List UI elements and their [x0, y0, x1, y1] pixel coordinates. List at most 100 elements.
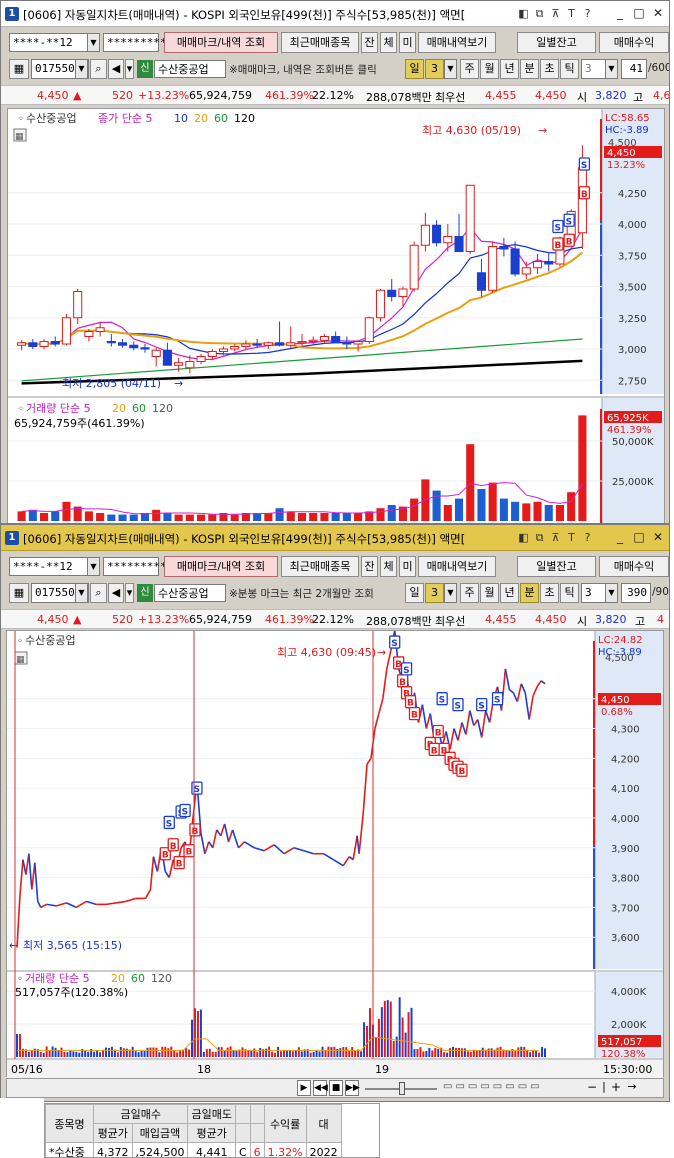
trade-profit-button[interactable]: 매매수익	[599, 556, 669, 577]
window-pin-icon[interactable]: ⊼	[549, 6, 562, 21]
account-field[interactable]: ****-**12	[9, 557, 99, 576]
period-multiplier[interactable]: 3	[425, 59, 444, 79]
period-dropdown-icon[interactable]: ▼	[444, 583, 457, 603]
minute-chart[interactable]: 4,4004,3004,2004,1004,0003,9003,8003,700…	[6, 630, 664, 1078]
toolbar-settings-icon[interactable]: ▦	[9, 59, 29, 79]
close-icon[interactable]: ✕	[651, 530, 665, 544]
balance-button[interactable]: 잔	[361, 32, 378, 53]
toolbar-settings-icon[interactable]: ▦	[9, 583, 29, 603]
maximize-icon[interactable]: □	[632, 6, 646, 20]
close-icon[interactable]: ✕	[651, 6, 665, 20]
password-field[interactable]: *********	[103, 33, 167, 52]
speaker-dropdown-icon[interactable]: ▾	[125, 583, 134, 603]
volume-bar	[149, 1047, 152, 1057]
window-pin-icon[interactable]: ⊼	[549, 530, 562, 545]
trade-history-button[interactable]: 매매내역보기	[418, 556, 496, 577]
period-year-button[interactable]: 년	[500, 583, 519, 603]
title-bar[interactable]: 1 [0606] 자동일지차트(매매내역) - KOSPI 외국인보유[499(…	[1, 1, 669, 27]
period-minute-button[interactable]: 분	[520, 59, 539, 79]
minute-chart-canvas[interactable]: 4,4004,3004,2004,1004,0003,9003,8003,700…	[7, 631, 663, 1078]
candle-body	[364, 317, 374, 342]
tick-unit-field[interactable]: 3	[581, 583, 607, 603]
zoom-bar-icon[interactable]: |	[599, 1080, 609, 1096]
executed-button[interactable]: 체	[380, 556, 397, 577]
maximize-icon[interactable]: □	[632, 530, 646, 544]
stock-code-dropdown-icon[interactable]: ▼	[75, 583, 88, 603]
help-icon[interactable]: ?	[581, 530, 594, 545]
balance-button[interactable]: 잔	[361, 556, 378, 577]
search-icon[interactable]: ⌕	[90, 59, 107, 79]
scroll-right-icon[interactable]: ▶	[297, 1080, 311, 1096]
daily-chart[interactable]: 4,250 4,000 3,750 3,500 3,250 3,000 2,750 SBSS…	[7, 108, 665, 524]
window-text-icon[interactable]: T	[565, 6, 578, 21]
zoom-in-icon[interactable]: +	[609, 1080, 623, 1096]
title-bar[interactable]: 1 [0606] 자동일지차트(매매내역) - KOSPI 외국인보유[499(…	[1, 525, 669, 551]
table-row[interactable]: *수산중 4,372 ,524,500 4,441 C 6 1.32% 2022	[45, 1142, 342, 1157]
period-second-button[interactable]: 초	[540, 59, 559, 79]
rewind-icon[interactable]: ◀◀	[313, 1080, 328, 1096]
candle-body	[443, 236, 453, 244]
window-copy-icon[interactable]: ⧉	[533, 6, 546, 21]
period-second-button[interactable]: 초	[540, 583, 559, 603]
period-tick-button[interactable]: 틱	[560, 59, 579, 79]
help-icon[interactable]: ?	[581, 6, 594, 21]
period-day-button[interactable]: 일	[405, 583, 424, 603]
period-tick-button[interactable]: 틱	[560, 583, 579, 603]
zoom-out-icon[interactable]: −	[585, 1080, 599, 1096]
period-dropdown-icon[interactable]: ▼	[444, 59, 457, 79]
window-link-icon[interactable]: ◧	[517, 530, 530, 545]
trade-mark-query-button[interactable]: 매매마크/내역 조회	[164, 32, 278, 53]
stop-icon[interactable]: ■	[329, 1080, 343, 1096]
recent-trades-button[interactable]: 최근매매종목	[281, 556, 359, 577]
minimize-icon[interactable]: _	[613, 530, 627, 544]
fast-forward-icon[interactable]: ▶▶	[345, 1080, 360, 1096]
window-copy-icon[interactable]: ⧉	[533, 530, 546, 545]
period-multiplier[interactable]: 3	[425, 583, 444, 603]
password-field[interactable]: *********	[103, 557, 167, 576]
tick-unit-dropdown-icon[interactable]: ▼	[605, 583, 618, 603]
period-day-button[interactable]: 일	[405, 59, 424, 79]
daily-balance-button[interactable]: 일별잔고	[517, 32, 596, 53]
trade-mark-query-button[interactable]: 매매마크/내역 조회	[164, 556, 278, 577]
col-buy-amount: 매입금액	[131, 1123, 189, 1143]
trade-history-button[interactable]: 매매내역보기	[418, 32, 496, 53]
account-field[interactable]: ****-**12	[9, 33, 99, 52]
candle-body	[263, 342, 273, 346]
bar-count-field[interactable]: 41	[621, 59, 647, 79]
date-label-0516: 05/16	[11, 1063, 43, 1076]
trade-profit-button[interactable]: 매매수익	[599, 32, 669, 53]
period-week-button[interactable]: 주	[460, 59, 479, 79]
tick-unit-field[interactable]: 3	[581, 59, 607, 79]
speaker-dropdown-icon[interactable]: ▾	[125, 59, 134, 79]
price-axis[interactable]	[595, 631, 663, 969]
col-today-sell: 금일매도	[187, 1104, 236, 1124]
unfilled-button[interactable]: 미	[399, 32, 416, 53]
daily-chart-canvas[interactable]: 4,2504,0003,7503,5003,2503,0002,750 SBSS…	[8, 109, 664, 524]
speaker-icon[interactable]: ◀	[108, 59, 124, 79]
executed-button[interactable]: 체	[380, 32, 397, 53]
volume-bar	[544, 505, 553, 521]
zoom-slider[interactable]	[363, 1080, 439, 1096]
account-dropdown-icon[interactable]: ▼	[87, 33, 100, 52]
minimize-icon[interactable]: _	[613, 6, 627, 20]
zoom-slider-thumb[interactable]	[399, 1082, 405, 1095]
tick-unit-dropdown-icon[interactable]: ▼	[605, 59, 618, 79]
search-icon[interactable]: ⌕	[90, 583, 107, 603]
period-month-button[interactable]: 월	[480, 59, 499, 79]
stock-code-dropdown-icon[interactable]: ▼	[75, 59, 88, 79]
period-minute-button[interactable]: 분	[520, 583, 539, 603]
window-text-icon[interactable]: T	[565, 530, 578, 545]
unfilled-button[interactable]: 미	[399, 556, 416, 577]
window-link-icon[interactable]: ◧	[517, 6, 530, 21]
bar-count-field[interactable]: 390	[621, 583, 651, 603]
chart-type-icons[interactable]: ▭▭▭▭▭▭▭▭	[443, 1081, 583, 1095]
recent-trades-button[interactable]: 최근매매종목	[281, 32, 359, 53]
period-month-button[interactable]: 월	[480, 583, 499, 603]
scroll-end-icon[interactable]: →	[625, 1080, 639, 1096]
period-year-button[interactable]: 년	[500, 59, 519, 79]
daily-balance-button[interactable]: 일별잔고	[517, 556, 596, 577]
account-dropdown-icon[interactable]: ▼	[87, 557, 100, 576]
chart-scroll-toolbar[interactable]: ▶ ◀◀ ■ ▶▶ ▭▭▭▭▭▭▭▭ − | + →	[6, 1078, 664, 1098]
period-week-button[interactable]: 주	[460, 583, 479, 603]
speaker-icon[interactable]: ◀	[108, 583, 124, 603]
